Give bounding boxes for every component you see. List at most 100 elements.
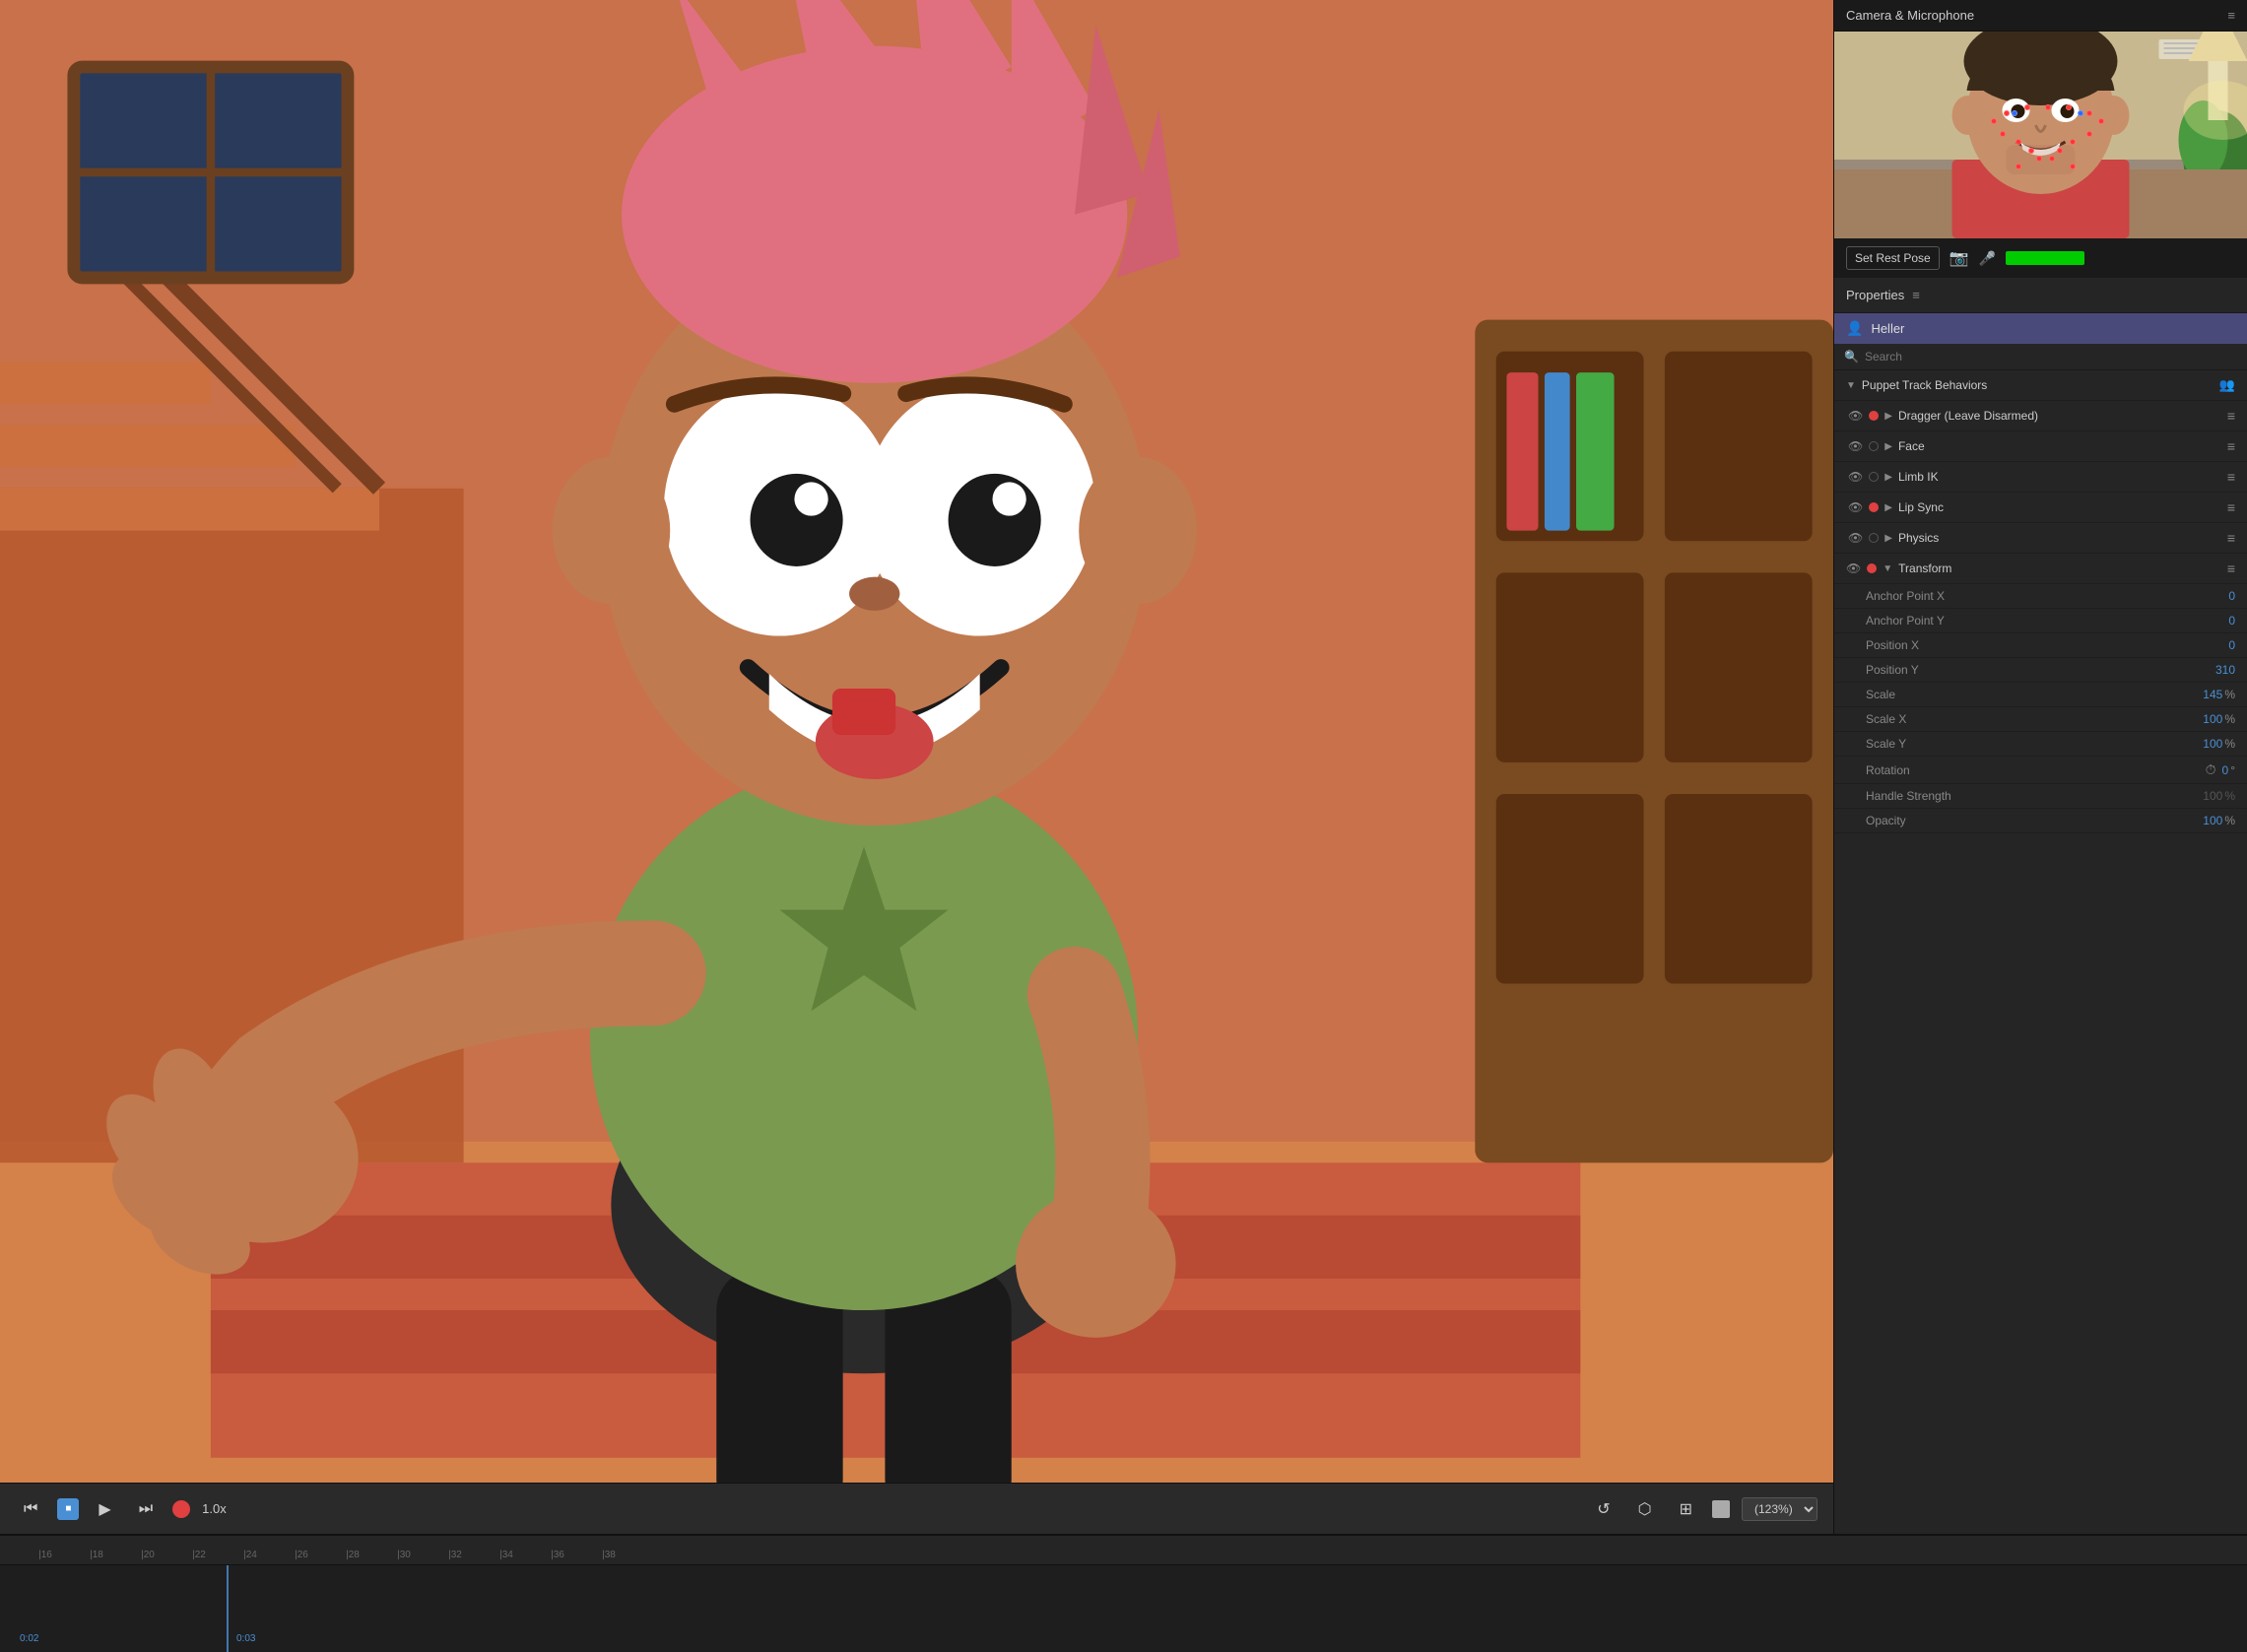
property-unit-opacity: % [2224, 814, 2235, 827]
behavior-menu-face[interactable]: ≡ [2227, 438, 2235, 454]
face-dot [2000, 131, 2006, 137]
playhead[interactable] [227, 1565, 229, 1652]
face-dot [2045, 104, 2051, 110]
properties-menu-icon[interactable]: ≡ [1912, 288, 1920, 302]
record-dot-limbik [1869, 472, 1879, 482]
refresh-button[interactable]: ↺ [1589, 1495, 1618, 1523]
eye-icon-lipsync[interactable]: 👁 [1848, 500, 1863, 514]
ruler-mark-36: |36 [532, 1550, 583, 1560]
record-dot-dragger [1869, 411, 1879, 421]
camera-menu-icon[interactable]: ≡ [2227, 8, 2235, 23]
record-dot-lipsync [1869, 502, 1879, 512]
step-forward-button[interactable]: ⏭ [131, 1496, 161, 1522]
property-label-pos-x: Position X [1866, 638, 2228, 652]
property-unit-handle-strength: % [2224, 789, 2235, 803]
property-value-anchor-y[interactable]: 0 [2228, 614, 2235, 628]
eye-icon-limbik[interactable]: 👁 [1848, 470, 1863, 484]
camera-header: Camera & Microphone ≡ [1834, 0, 2247, 32]
expand-arrow-dragger[interactable]: ▶ [1884, 411, 1892, 422]
face-dot [2024, 104, 2030, 110]
search-input[interactable] [1865, 350, 2237, 363]
behavior-menu-limbik[interactable]: ≡ [2227, 469, 2235, 485]
behavior-menu-physics[interactable]: ≡ [2227, 530, 2235, 546]
search-bar: 🔍 [1834, 344, 2247, 370]
property-value-opacity[interactable]: 100 [2203, 814, 2222, 827]
property-label-anchor-x: Anchor Point X [1866, 589, 2228, 603]
property-row-opacity: Opacity 100 % [1834, 809, 2247, 833]
property-value-scale-x[interactable]: 100 [2203, 712, 2222, 726]
face-dot [2086, 131, 2092, 137]
property-unit-scale-x: % [2224, 712, 2235, 726]
property-row-scale-x: Scale X 100 % [1834, 707, 2247, 732]
property-value-pos-x[interactable]: 0 [2228, 638, 2235, 652]
behavior-name-physics: Physics [1898, 531, 2221, 545]
eye-icon-dragger[interactable]: 👁 [1848, 409, 1863, 423]
play-button[interactable]: ▶ [91, 1495, 118, 1523]
microphone-icon: 🎤 [1979, 250, 1996, 267]
camera-title: Camera & Microphone [1846, 8, 1974, 23]
rotation-icon: ⏱ [2206, 761, 2216, 778]
property-unit-scale-y: % [2224, 737, 2235, 751]
behavior-name-limbik: Limb IK [1898, 470, 2221, 484]
property-unit-rotation: ° [2230, 763, 2235, 777]
property-value-scale[interactable]: 145 [2203, 688, 2222, 701]
preview-panel: ⏮ ■ ▶ ⏭ 1.0x ↺ ⬡ ⊞ (123%) [0, 0, 1833, 1534]
property-label-scale: Scale [1866, 688, 2203, 701]
camera-feed [1834, 32, 2247, 238]
behavior-row-dragger: 👁 ▶ Dragger (Leave Disarmed) ≡ [1834, 401, 2247, 431]
property-value-rotation[interactable]: 0 [2222, 763, 2229, 777]
expand-arrow-lipsync[interactable]: ▶ [1884, 502, 1892, 513]
property-label-rotation: Rotation [1866, 763, 2206, 777]
transform-name: Transform [1898, 562, 2221, 575]
behavior-menu-lipsync[interactable]: ≡ [2227, 499, 2235, 515]
eye-icon-transform[interactable]: 👁 [1846, 562, 1861, 575]
property-value-handle-strength[interactable]: 100 [2203, 789, 2222, 803]
eye-icon-face[interactable]: 👁 [1848, 439, 1863, 453]
stop-button[interactable]: ■ [57, 1498, 79, 1520]
camera-icon: 📷 [1950, 248, 1969, 268]
timeline-ruler: |16 |18 |20 |22 |24 |26 |28 |30 |32 |34 … [0, 1536, 2247, 1565]
property-label-scale-y: Scale Y [1866, 737, 2203, 751]
expand-arrow-physics[interactable]: ▶ [1884, 533, 1892, 544]
property-value-scale-y[interactable]: 100 [2203, 737, 2222, 751]
record-dot-transform [1867, 563, 1877, 573]
property-label-anchor-y: Anchor Point Y [1866, 614, 2228, 628]
property-row-rotation: Rotation ⏱ 0 ° [1834, 757, 2247, 784]
ruler-mark-24: |24 [225, 1550, 276, 1560]
property-value-pos-y[interactable]: 310 [2215, 663, 2235, 677]
set-rest-pose-button[interactable]: Set Rest Pose [1846, 246, 1940, 270]
3d-button[interactable]: ⬡ [1630, 1495, 1660, 1523]
transform-section: 👁 ▼ Transform ≡ Anchor Point X 0 Anchor … [1834, 554, 2247, 833]
behavior-name-dragger: Dragger (Leave Disarmed) [1898, 409, 2221, 423]
section-expand-icon[interactable]: ▼ [1846, 380, 1856, 391]
puppet-name: Heller [1871, 321, 1904, 336]
behavior-menu-dragger[interactable]: ≡ [2227, 408, 2235, 424]
property-label-handle-strength: Handle Strength [1866, 789, 2203, 803]
search-icon: 🔍 [1844, 350, 1859, 363]
rewind-button[interactable]: ⏮ [16, 1496, 45, 1522]
ruler-mark-38: |38 [583, 1550, 634, 1560]
properties-panel: Properties ≡ 👤 Heller 🔍 ▼ Puppet Track B… [1834, 278, 2247, 1534]
face-dot-eye [2012, 110, 2017, 116]
zoom-select[interactable]: (123%) [1742, 1497, 1817, 1521]
transform-menu[interactable]: ≡ [2227, 561, 2235, 576]
expand-arrow-face[interactable]: ▶ [1884, 441, 1892, 452]
property-row-pos-y: Position Y 310 [1834, 658, 2247, 683]
timeline-tracks[interactable]: 0:02 0:03 [0, 1565, 2247, 1652]
behavior-row-physics: 👁 ▶ Physics ≡ [1834, 523, 2247, 554]
record-button[interactable] [172, 1500, 190, 1518]
right-panel: Camera & Microphone ≡ [1833, 0, 2247, 1534]
eye-icon-physics[interactable]: 👁 [1848, 531, 1863, 545]
record-dot-face [1869, 441, 1879, 451]
color-picker[interactable] [1712, 1500, 1730, 1518]
expand-arrow-transform[interactable]: ▼ [1883, 563, 1892, 574]
property-value-anchor-x[interactable]: 0 [2228, 589, 2235, 603]
face-dot [2070, 139, 2076, 145]
property-row-anchor-x: Anchor Point X 0 [1834, 584, 2247, 609]
behavior-row-face: 👁 ▶ Face ≡ [1834, 431, 2247, 462]
layout-button[interactable]: ⊞ [1672, 1495, 1700, 1523]
timeline-area: |16 |18 |20 |22 |24 |26 |28 |30 |32 |34 … [0, 1534, 2247, 1652]
properties-header: Properties ≡ [1834, 278, 2247, 313]
transform-header: 👁 ▼ Transform ≡ [1834, 554, 2247, 584]
expand-arrow-limbik[interactable]: ▶ [1884, 472, 1892, 483]
